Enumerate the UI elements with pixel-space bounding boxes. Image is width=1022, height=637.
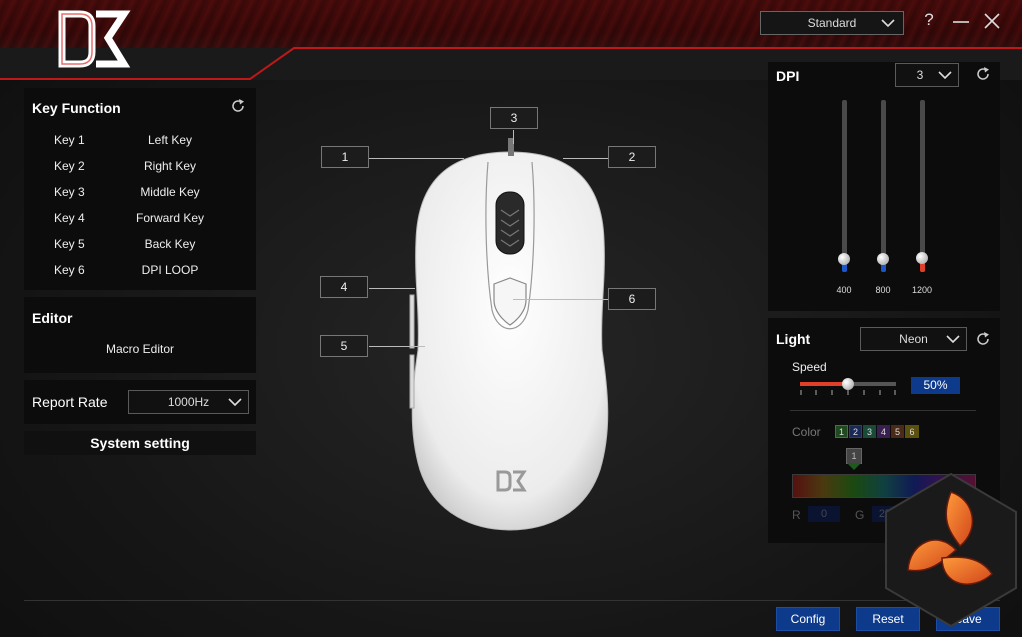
- light-mode-value: Neon: [899, 332, 928, 346]
- profile-dropdown[interactable]: Standard: [760, 11, 904, 35]
- callout-key-6[interactable]: 6: [608, 288, 656, 310]
- dpi-value-label: 800: [875, 285, 891, 295]
- dpi-slider-knob[interactable]: [916, 252, 928, 264]
- speed-slider[interactable]: [800, 378, 896, 390]
- light-mode-dropdown[interactable]: Neon: [860, 327, 967, 351]
- report-rate-dropdown[interactable]: 1000Hz: [128, 390, 249, 414]
- dpi-slider-track[interactable]: [881, 100, 886, 272]
- key-assignment: Back Key: [144, 237, 196, 251]
- help-button[interactable]: ?: [918, 10, 940, 36]
- refresh-icon[interactable]: [975, 331, 991, 347]
- callout-key-4[interactable]: 4: [320, 276, 368, 298]
- key-label: Key 4: [54, 211, 85, 225]
- callout-key-1[interactable]: 1: [321, 146, 369, 168]
- key-assignment: Middle Key: [140, 185, 200, 199]
- dpi-slider-track[interactable]: [920, 100, 925, 272]
- g-label: G: [855, 508, 865, 522]
- key-assignment: Left Key: [147, 133, 193, 147]
- key-row[interactable]: Key 1 Left Key: [24, 133, 254, 153]
- editor-panel: Editor Macro Editor: [24, 297, 256, 373]
- key-assignment: DPI LOOP: [141, 263, 199, 277]
- dpi-slider-knob[interactable]: [877, 253, 889, 265]
- color-slot-2[interactable]: 2: [849, 425, 862, 438]
- key-row[interactable]: Key 2 Right Key: [24, 159, 254, 179]
- refresh-icon[interactable]: [975, 66, 991, 82]
- dpi-value-label: 400: [836, 285, 852, 295]
- callout-key-3[interactable]: 3: [490, 107, 538, 129]
- dpi-panel: DPI 3 400 800 1200: [768, 62, 1000, 311]
- profile-value: Standard: [807, 16, 857, 30]
- minimize-icon: [953, 21, 969, 23]
- key-label: Key 3: [54, 185, 85, 199]
- report-rate-panel: Report Rate 1000Hz: [24, 380, 256, 424]
- color-slot-5[interactable]: 5: [891, 425, 904, 438]
- key-row[interactable]: Key 5 Back Key: [24, 237, 254, 257]
- dpi-value-label: 1200: [911, 285, 933, 295]
- system-setting-button[interactable]: System setting: [24, 431, 256, 455]
- report-rate-label: Report Rate: [32, 394, 108, 410]
- macro-editor-button[interactable]: Macro Editor: [24, 342, 256, 356]
- chevron-down-icon: [881, 19, 895, 28]
- report-rate-value: 1000Hz: [167, 395, 210, 409]
- color-slot-6[interactable]: 6: [905, 425, 919, 438]
- key-label: Key 5: [54, 237, 85, 251]
- key-function-title: Key Function: [32, 100, 121, 116]
- key-row[interactable]: Key 3 Middle Key: [24, 185, 254, 205]
- color-pointer[interactable]: 1: [846, 448, 862, 464]
- chevron-down-icon: [938, 71, 952, 80]
- color-slot-4[interactable]: 4: [877, 425, 890, 438]
- light-title: Light: [776, 331, 811, 347]
- chevron-down-icon: [228, 398, 242, 407]
- dpi-level-dropdown[interactable]: 3: [895, 63, 959, 87]
- close-button[interactable]: [981, 10, 1003, 36]
- key-assignment: Forward Key: [135, 211, 205, 225]
- mouse-image: [409, 138, 609, 531]
- color-pointer-arrow-icon: [847, 463, 861, 470]
- color-label: Color: [792, 425, 821, 439]
- r-input[interactable]: 0: [808, 506, 840, 522]
- chevron-down-icon: [946, 335, 960, 344]
- minimize-button[interactable]: [950, 10, 972, 36]
- color-slot-1[interactable]: 1: [835, 425, 848, 438]
- config-button[interactable]: Config: [776, 607, 840, 631]
- d3-logo: [58, 10, 131, 68]
- key-row[interactable]: Key 6 DPI LOOP: [24, 263, 254, 283]
- refresh-icon[interactable]: [230, 98, 246, 114]
- speed-ticks: [800, 390, 896, 395]
- dpi-slider-track[interactable]: [842, 100, 847, 272]
- callout-key-2[interactable]: 2: [608, 146, 656, 168]
- dpi-level-value: 3: [916, 68, 924, 82]
- key-label: Key 1: [54, 133, 85, 147]
- dpi-slider-knob[interactable]: [838, 253, 850, 265]
- editor-title: Editor: [32, 310, 73, 326]
- app-window: Standard ? Key Function Key 1 Left Key Ke…: [0, 0, 1022, 637]
- speed-value[interactable]: 50%: [911, 377, 960, 394]
- callout-key-5[interactable]: 5: [320, 335, 368, 357]
- key-label: Key 6: [54, 263, 85, 277]
- r-label: R: [792, 508, 801, 522]
- speed-slider-knob[interactable]: [842, 378, 854, 390]
- footer-divider: [24, 600, 1000, 601]
- speed-label: Speed: [792, 360, 827, 374]
- key-label: Key 2: [54, 159, 85, 173]
- color-slot-3[interactable]: 3: [863, 425, 876, 438]
- key-function-panel: Key Function Key 1 Left Key Key 2 Right Ke…: [24, 88, 256, 290]
- key-assignment: Right Key: [143, 159, 197, 173]
- watermark-logo: [885, 472, 1017, 628]
- system-setting-label: System setting: [90, 435, 190, 451]
- close-icon: [984, 13, 1000, 29]
- dpi-title: DPI: [776, 68, 800, 84]
- key-row[interactable]: Key 4 Forward Key: [24, 211, 254, 231]
